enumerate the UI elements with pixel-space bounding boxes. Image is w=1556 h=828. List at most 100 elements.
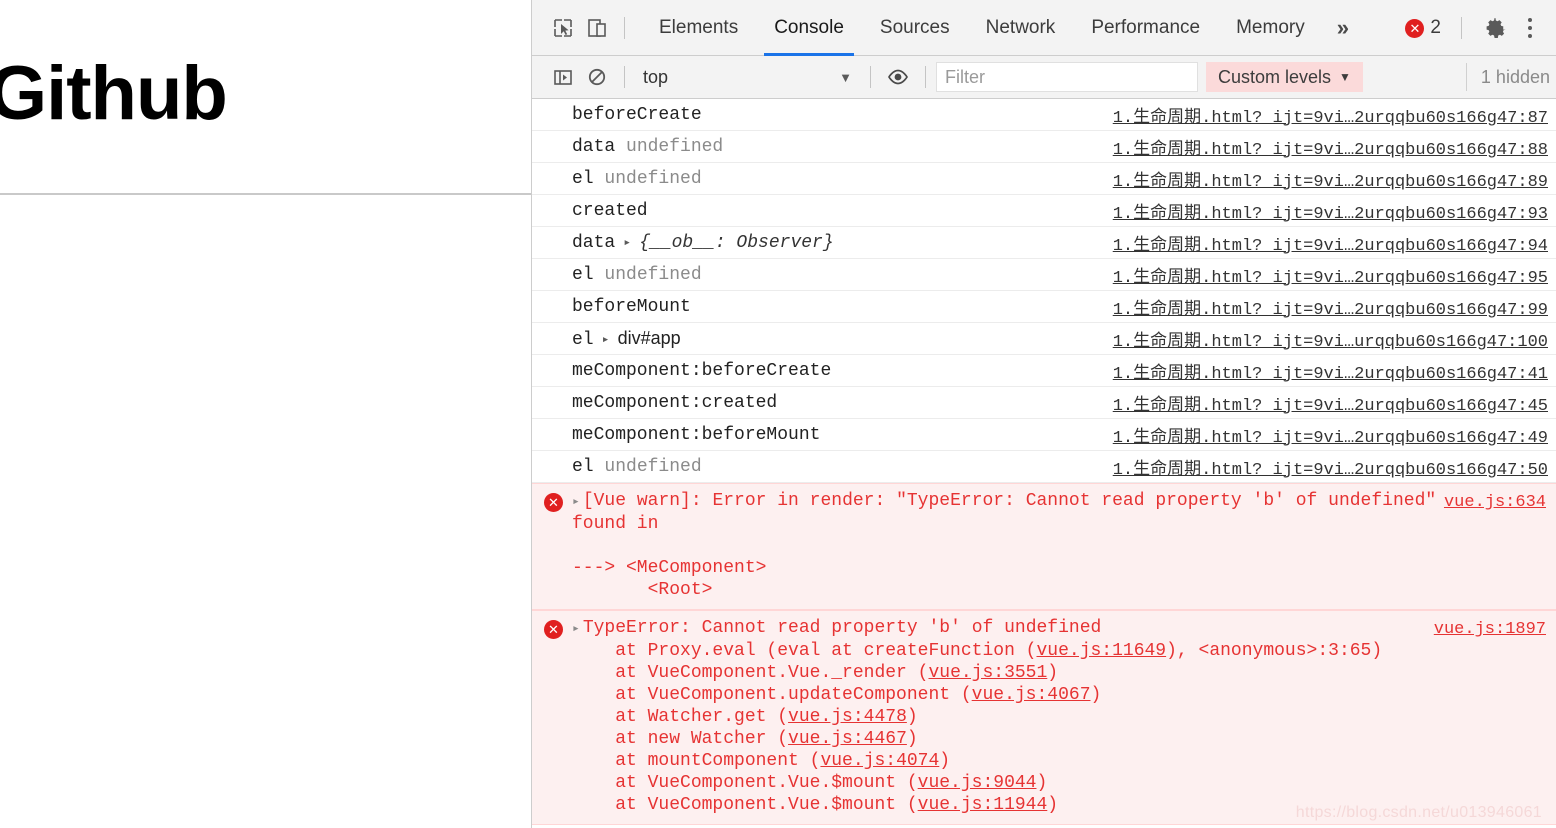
console-message-row[interactable]: created 1.生命周期.html?_ijt=9vi…2urqqbu60s16…	[532, 195, 1556, 227]
execution-context-select[interactable]: top ▼	[635, 62, 860, 92]
toolbar-divider	[624, 16, 625, 39]
expand-triangle-icon[interactable]: ▸	[572, 621, 580, 636]
console-source-link[interactable]: 1.生命周期.html?_ijt=9vi…2urqqbu60s166g47:99	[1113, 294, 1548, 320]
devtools-panel: Elements Console Sources Network Perform…	[531, 0, 1556, 828]
console-message-text: el undefined	[572, 265, 702, 285]
console-message-value[interactable]: {__ob__: Observer}	[639, 233, 833, 253]
expand-triangle-icon[interactable]: ▸	[572, 494, 580, 509]
console-message-label: el	[572, 456, 594, 477]
tab-network[interactable]: Network	[968, 0, 1074, 56]
vue-warn-text: ▸ [Vue warn]: Error in render: "TypeError…	[572, 491, 1437, 600]
console-source-link[interactable]: 1.生命周期.html?_ijt=9vi…2urqqbu60s166g47:94	[1113, 230, 1548, 256]
console-message-label: el	[572, 329, 594, 350]
devtools-toolbar: Elements Console Sources Network Perform…	[532, 0, 1556, 56]
hidden-messages-note: 1 hidden	[1465, 63, 1550, 91]
console-message-list[interactable]: beforeCreate 1.生命周期.html?_ijt=9vi…2urqqbu…	[532, 99, 1556, 828]
tab-memory[interactable]: Memory	[1218, 0, 1323, 56]
console-message-row[interactable]: el undefined 1.生命周期.html?_ijt=9vi…2urqqbu…	[532, 163, 1556, 195]
expand-triangle-icon[interactable]: ▸	[623, 235, 635, 250]
console-message-text: data undefined	[572, 137, 723, 157]
console-sidebar-icon[interactable]	[546, 60, 580, 94]
page-content-card: Github	[0, 0, 531, 195]
console-message-row[interactable]: beforeMount 1.生命周期.html?_ijt=9vi…2urqqbu6…	[532, 291, 1556, 323]
console-message-row[interactable]: beforeCreate 1.生命周期.html?_ijt=9vi…2urqqbu…	[532, 99, 1556, 131]
kebab-menu-icon[interactable]	[1518, 13, 1542, 43]
error-count-badge[interactable]: ✕ 2	[1395, 17, 1451, 39]
console-message-row[interactable]: data ▸ {__ob__: Observer} 1.生命周期.html?_ijt=…	[532, 227, 1556, 259]
devtools-tab-bar: Elements Console Sources Network Perform…	[641, 0, 1363, 56]
console-message-text: beforeMount	[572, 297, 691, 317]
console-message-value: undefined	[593, 456, 702, 477]
console-message-label: meComponent:beforeMount	[572, 424, 821, 445]
console-source-link[interactable]: 1.生命周期.html?_ijt=9vi…urqqbu60s166g47:100	[1113, 326, 1548, 352]
stack-frame-link[interactable]: vue.js:11649	[1036, 641, 1166, 661]
expand-triangle-icon[interactable]: ▸	[602, 332, 614, 347]
filter-divider-2	[870, 66, 871, 88]
console-message-row[interactable]: meComponent:beforeCreate 1.生命周期.html?_ijt…	[532, 355, 1556, 387]
vue-warn-block[interactable]: ✕ ▸ [Vue warn]: Error in render: "TypeErro…	[532, 483, 1556, 610]
more-tabs-icon[interactable]: »	[1323, 0, 1363, 56]
console-message-row[interactable]: el undefined 1.生命周期.html?_ijt=9vi…2urqqbu…	[532, 259, 1556, 291]
console-filter-bar: top ▼ Custom levels ▼ 1 hidden	[532, 56, 1556, 99]
clear-console-icon[interactable]	[580, 60, 614, 94]
console-source-link[interactable]: 1.生命周期.html?_ijt=9vi…2urqqbu60s166g47:88	[1113, 134, 1548, 160]
console-message-row[interactable]: data undefined 1.生命周期.html?_ijt=9vi…2urqq…	[532, 131, 1556, 163]
console-message-text: meComponent:beforeCreate	[572, 361, 831, 381]
device-toolbar-icon[interactable]	[580, 11, 614, 45]
error-circle-icon: ✕	[544, 620, 563, 639]
console-message-label: meComponent:beforeCreate	[572, 360, 832, 381]
console-message-row[interactable]: el undefined 1.生命周期.html?_ijt=9vi…2urqqbu…	[532, 451, 1556, 483]
console-message-label: beforeMount	[572, 296, 691, 317]
console-source-link[interactable]: 1.生命周期.html?_ijt=9vi…2urqqbu60s166g47:50	[1113, 454, 1548, 480]
console-source-link[interactable]: 1.生命周期.html?_ijt=9vi…2urqqbu60s166g47:95	[1113, 262, 1548, 288]
console-message-value: undefined	[593, 168, 702, 189]
console-source-link[interactable]: 1.生命周期.html?_ijt=9vi…2urqqbu60s166g47:45	[1113, 390, 1548, 416]
type-error-block[interactable]: ✕ ▸ TypeError: Cannot read property 'b' of…	[532, 610, 1556, 825]
console-message-label: meComponent:created	[572, 392, 778, 413]
stack-frame-link[interactable]: vue.js:11944	[918, 795, 1048, 815]
console-message-text: created	[572, 201, 648, 221]
gear-icon[interactable]	[1480, 13, 1510, 43]
error-count-label: 2	[1430, 17, 1441, 38]
console-message-label: created	[572, 200, 648, 221]
error-circle-icon: ✕	[544, 493, 563, 512]
console-source-link[interactable]: 1.生命周期.html?_ijt=9vi…2urqqbu60s166g47:49	[1113, 422, 1548, 448]
filter-input[interactable]	[936, 62, 1198, 92]
console-message-row[interactable]: el ▸ div#app 1.生命周期.html?_ijt=9vi…urqqbu60s…	[532, 323, 1556, 355]
stack-frame-link[interactable]: vue.js:4074	[820, 751, 939, 771]
console-message-value[interactable]: div#app	[618, 328, 681, 348]
console-source-link[interactable]: 1.生命周期.html?_ijt=9vi…2urqqbu60s166g47:87	[1113, 102, 1548, 128]
console-message-row[interactable]: meComponent:beforeMount 1.生命周期.html?_ijt=…	[532, 419, 1556, 451]
page-viewport: Github	[0, 0, 531, 828]
stack-frame-link[interactable]: vue.js:3551	[928, 663, 1047, 683]
filter-divider-3	[925, 66, 926, 88]
console-message-text: data ▸ {__ob__: Observer}	[572, 233, 834, 253]
error-source-link[interactable]: vue.js:1897	[1434, 619, 1546, 641]
console-message-value: undefined	[615, 136, 724, 157]
console-source-link[interactable]: 1.生命周期.html?_ijt=9vi…2urqqbu60s166g47:41	[1113, 358, 1548, 384]
console-message-row[interactable]: meComponent:created 1.生命周期.html?_ijt=9vi……	[532, 387, 1556, 419]
console-message-text: el undefined	[572, 169, 702, 189]
console-message-text: beforeCreate	[572, 105, 702, 125]
error-circle-icon: ✕	[1405, 18, 1425, 38]
stack-frame-link[interactable]: vue.js:4478	[788, 707, 907, 727]
console-message-text: el undefined	[572, 457, 702, 477]
console-source-link[interactable]: 1.生命周期.html?_ijt=9vi…2urqqbu60s166g47:89	[1113, 166, 1548, 192]
tab-performance[interactable]: Performance	[1073, 0, 1218, 56]
console-source-link[interactable]: 1.生命周期.html?_ijt=9vi…2urqqbu60s166g47:93	[1113, 198, 1548, 224]
stack-frame-link[interactable]: vue.js:4467	[788, 729, 907, 749]
tab-elements[interactable]: Elements	[641, 0, 756, 56]
tab-console[interactable]: Console	[756, 0, 862, 56]
inspect-cursor-icon[interactable]	[546, 11, 580, 45]
stack-frame-link[interactable]: vue.js:9044	[918, 773, 1037, 793]
live-expression-eye-icon[interactable]	[881, 60, 915, 94]
stack-frame-link[interactable]: vue.js:4067	[972, 685, 1091, 705]
tab-sources[interactable]: Sources	[862, 0, 968, 56]
warn-source-link[interactable]: vue.js:634	[1444, 492, 1546, 514]
log-levels-label: Custom levels	[1218, 66, 1332, 87]
log-levels-dropdown[interactable]: Custom levels ▼	[1206, 62, 1363, 92]
toolbar-right-cluster: ✕ 2	[1395, 0, 1550, 56]
console-message-label: el	[572, 264, 594, 285]
console-message-label: data	[572, 232, 616, 253]
execution-context-value: top	[643, 66, 669, 87]
